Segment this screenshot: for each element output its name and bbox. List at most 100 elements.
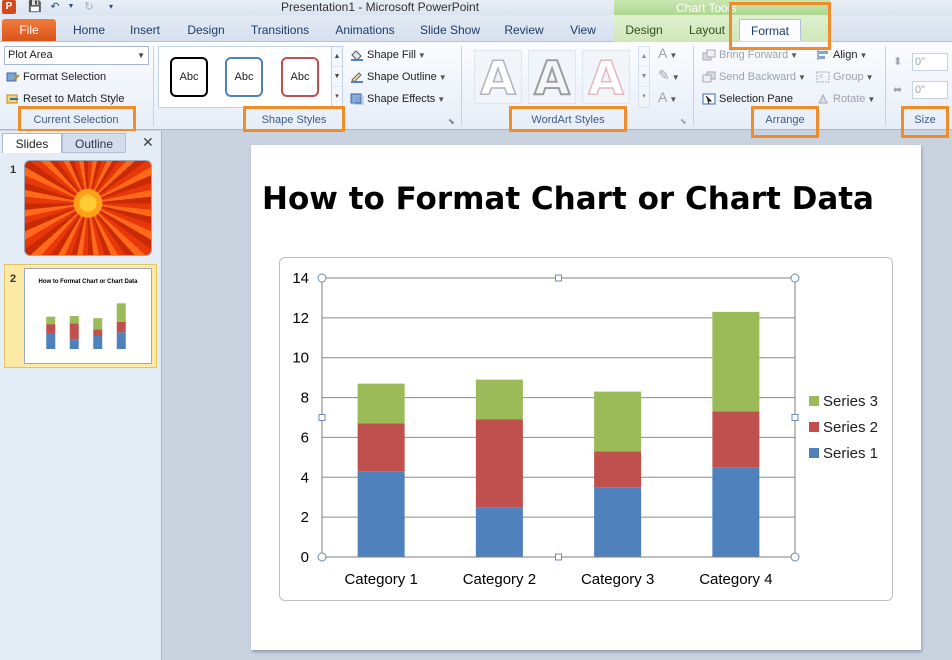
shape-outline-button[interactable]: Shape Outline ▼ bbox=[350, 69, 447, 86]
shape-styles-scroll[interactable]: ▲ ▼ ▾ bbox=[331, 46, 343, 108]
chevron-down-icon: ▼ bbox=[437, 95, 446, 104]
chart-legend[interactable]: Series 3 Series 2 Series 1 bbox=[809, 394, 899, 472]
bar-3-3[interactable] bbox=[594, 391, 642, 452]
thumbnail-title: How to Format Chart or Chart Data bbox=[38, 279, 138, 285]
y-tick-label[interactable]: 8 bbox=[301, 390, 309, 407]
tab-animations[interactable]: Animations bbox=[329, 19, 401, 41]
resize-handle-corner[interactable] bbox=[317, 552, 327, 562]
x-tick-label[interactable]: Category 2 bbox=[463, 571, 536, 588]
bar-1-2[interactable] bbox=[475, 507, 523, 557]
bar-1-4[interactable] bbox=[712, 467, 760, 557]
tab-insert[interactable]: Insert bbox=[122, 19, 168, 41]
rotate-button[interactable]: Rotate ▼ bbox=[816, 91, 875, 108]
tab-chart-design[interactable]: Design bbox=[617, 19, 671, 41]
scroll-down-icon[interactable]: ▼ bbox=[332, 67, 342, 87]
wordart-styles-scroll[interactable]: ▲ ▼ ▾ bbox=[638, 46, 650, 108]
resize-handle-side[interactable] bbox=[791, 414, 799, 421]
y-tick-label[interactable]: 4 bbox=[301, 469, 309, 486]
slide-thumbnail-2-preview: How to Format Chart or Chart Data bbox=[38, 279, 138, 349]
format-selection-button[interactable]: Format Selection bbox=[6, 69, 106, 85]
bar-3-2[interactable] bbox=[475, 379, 523, 420]
save-icon[interactable]: 💾 bbox=[28, 0, 42, 14]
tab-home[interactable]: Home bbox=[66, 19, 112, 41]
bar-2-4[interactable] bbox=[712, 411, 760, 468]
undo-dropdown-icon[interactable]: ▼ bbox=[64, 0, 78, 14]
shape-style-red[interactable]: Abc bbox=[281, 57, 319, 97]
text-effects-icon[interactable]: A ▼ bbox=[658, 89, 677, 108]
tab-design[interactable]: Design bbox=[180, 19, 232, 41]
y-tick-label[interactable]: 14 bbox=[292, 270, 309, 287]
wordart-style-outline[interactable]: A bbox=[474, 50, 522, 106]
dialog-launcher-icon[interactable]: ⬊ bbox=[448, 114, 455, 130]
customize-toolbar-icon[interactable]: ▾ bbox=[104, 0, 118, 14]
bar-1-1[interactable] bbox=[357, 471, 405, 557]
dialog-launcher-icon[interactable]: ⬊ bbox=[680, 114, 687, 130]
scroll-up-icon[interactable]: ▲ bbox=[639, 47, 649, 67]
tab-transitions[interactable]: Transitions bbox=[243, 19, 317, 41]
tab-file[interactable]: File bbox=[2, 19, 56, 41]
selection-pane-button[interactable]: Selection Pane bbox=[702, 91, 793, 107]
tab-chart-layout[interactable]: Layout bbox=[681, 19, 733, 41]
tab-review[interactable]: Review bbox=[499, 19, 549, 41]
y-tick-label[interactable]: 6 bbox=[301, 429, 309, 446]
shape-style-black[interactable]: Abc bbox=[170, 57, 208, 97]
y-tick-label[interactable]: 12 bbox=[292, 310, 309, 327]
text-outline-icon[interactable]: ✎ ▼ bbox=[658, 67, 680, 86]
thumbnail-bar bbox=[93, 329, 103, 336]
x-tick-label[interactable]: Category 3 bbox=[581, 571, 654, 588]
legend-swatch-series-1 bbox=[809, 448, 819, 458]
slide-thumbnail-2[interactable]: How to Format Chart or Chart Data bbox=[24, 268, 152, 364]
send-backward-button[interactable]: Send Backward ▼ bbox=[702, 69, 806, 86]
shape-style-blue[interactable]: Abc bbox=[225, 57, 263, 97]
x-tick-label[interactable]: Category 1 bbox=[344, 571, 417, 588]
bar-3-4[interactable] bbox=[712, 311, 760, 412]
chart-element-select[interactable]: Plot Area ▼ bbox=[4, 46, 149, 65]
thumbnail-bar bbox=[116, 303, 126, 322]
wordart-style-shadow[interactable]: A bbox=[528, 50, 576, 106]
bar-2-1[interactable] bbox=[357, 423, 405, 472]
slide-thumbnail-1[interactable] bbox=[24, 160, 152, 256]
bar-1-3[interactable] bbox=[594, 487, 642, 557]
shape-width-input[interactable]: 0" bbox=[912, 81, 948, 99]
close-icon[interactable]: ✕ bbox=[142, 134, 154, 151]
slide-number-2: 2 bbox=[10, 273, 17, 285]
resize-handle-side[interactable] bbox=[555, 553, 562, 561]
redo-icon[interactable]: ↻ bbox=[82, 0, 96, 14]
shape-fill-button[interactable]: Shape Fill ▼ bbox=[350, 47, 426, 64]
resize-handle-corner[interactable] bbox=[790, 552, 800, 562]
undo-icon[interactable]: ↶ bbox=[48, 0, 62, 14]
bar-3-1[interactable] bbox=[357, 383, 405, 424]
shape-effects-button[interactable]: Shape Effects ▼ bbox=[350, 91, 445, 108]
tab-outline[interactable]: Outline bbox=[62, 133, 126, 153]
resize-handle-corner[interactable] bbox=[317, 273, 327, 283]
y-tick-label[interactable]: 2 bbox=[301, 509, 309, 526]
resize-handle-side[interactable] bbox=[555, 274, 562, 282]
align-label: Align bbox=[833, 49, 858, 61]
wordart-styles-gallery: A A A bbox=[468, 46, 636, 108]
reset-to-match-style-button[interactable]: Reset to Match Style bbox=[6, 91, 125, 107]
bar-2-2[interactable] bbox=[475, 419, 523, 508]
wordart-style-pink[interactable]: A bbox=[582, 50, 630, 106]
group-button[interactable]: Group ▼ bbox=[816, 69, 874, 86]
group-divider bbox=[461, 46, 462, 126]
legend-item-series-2[interactable]: Series 2 bbox=[809, 420, 899, 446]
resize-handle-corner[interactable] bbox=[790, 273, 800, 283]
slide-canvas[interactable]: How to Format Chart or Chart Data 024681… bbox=[251, 145, 921, 650]
tab-slide-show[interactable]: Slide Show bbox=[413, 19, 487, 41]
shape-height-input[interactable]: 0" bbox=[912, 53, 948, 71]
legend-item-series-3[interactable]: Series 3 bbox=[809, 394, 899, 420]
x-tick-label[interactable]: Category 4 bbox=[699, 571, 772, 588]
y-tick-label[interactable]: 0 bbox=[301, 549, 309, 566]
gallery-more-icon[interactable]: ▾ bbox=[639, 87, 649, 107]
text-fill-icon[interactable]: A ▼ bbox=[658, 45, 677, 64]
gallery-more-icon[interactable]: ▾ bbox=[332, 87, 342, 107]
scroll-up-icon[interactable]: ▲ bbox=[332, 47, 342, 67]
tab-slides[interactable]: Slides bbox=[2, 133, 62, 153]
bar-2-3[interactable] bbox=[594, 451, 642, 488]
resize-handle-side[interactable] bbox=[318, 414, 326, 421]
y-tick-label[interactable]: 10 bbox=[292, 350, 309, 367]
tab-view[interactable]: View bbox=[561, 19, 605, 41]
scroll-down-icon[interactable]: ▼ bbox=[639, 67, 649, 87]
legend-swatch-series-2 bbox=[809, 422, 819, 432]
legend-item-series-1[interactable]: Series 1 bbox=[809, 446, 899, 472]
